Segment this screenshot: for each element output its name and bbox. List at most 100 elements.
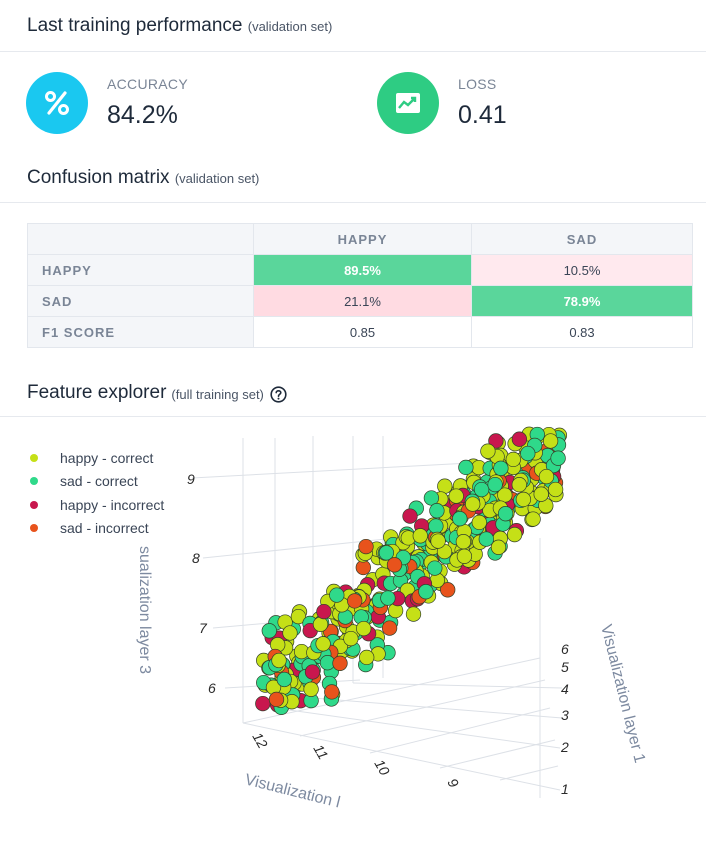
scatter-point <box>428 518 444 534</box>
loss-label: LOSS <box>458 76 497 92</box>
confusion-subtitle: (validation set) <box>174 171 260 186</box>
tick-layer1: 1 <box>561 781 569 797</box>
legend-item[interactable]: happy - correct <box>30 446 164 470</box>
scatter-point <box>380 590 396 606</box>
tick-layer3: 6 <box>208 680 216 696</box>
legend-label: sad - correct <box>60 473 138 490</box>
scatter-point <box>542 433 559 449</box>
tick-layer2: 11 <box>310 742 331 763</box>
scatter-point <box>473 481 490 498</box>
scatter-point <box>359 649 375 666</box>
scatter-point <box>412 528 428 544</box>
table-row: HAPPY 89.5% 10.5% <box>27 254 693 286</box>
cell-happy-sad: 10.5% <box>471 254 693 286</box>
scatter-point <box>429 503 445 519</box>
scatter-point <box>511 477 527 493</box>
explorer-title: Feature explorer <box>27 382 167 403</box>
scatter-point <box>430 533 446 549</box>
plot-legend: happy - correct sad - correct happy - in… <box>30 446 164 540</box>
legend-item[interactable]: happy - incorrect <box>30 493 164 517</box>
scatter-point <box>448 488 464 504</box>
tick-layer1: 2 <box>560 739 569 755</box>
tick-layer3: 9 <box>187 471 195 487</box>
cell-sad-happy: 21.1% <box>253 285 472 317</box>
scatter-point <box>271 652 287 669</box>
divider <box>0 416 706 417</box>
scatter-point <box>550 450 566 466</box>
column-header-happy: HAPPY <box>253 223 472 255</box>
scatter-point <box>505 451 521 468</box>
scatter-point <box>386 557 403 573</box>
scatter-point <box>315 636 331 652</box>
scatter-point <box>427 560 443 576</box>
table-row: F1 SCORE 0.85 0.83 <box>27 316 693 348</box>
help-circle-icon[interactable] <box>270 385 287 403</box>
cell-sad-sad: 78.9% <box>471 285 693 317</box>
scatter-point <box>480 443 496 459</box>
scatter-point <box>324 684 340 700</box>
tick-layer1: 3 <box>561 707 569 723</box>
confusion-matrix-table: HAPPY SAD HAPPY 89.5% 10.5% SAD 21.1% 78… <box>27 223 693 348</box>
confusion-heading: Confusion matrix (validation set) <box>27 167 259 189</box>
row-header-f1: F1 SCORE <box>27 316 254 348</box>
tick-layer3: 8 <box>192 550 200 566</box>
scatter-point <box>456 548 473 564</box>
cell-f1-happy: 0.85 <box>253 316 472 348</box>
tick-layer1: 4 <box>561 681 569 697</box>
axis-title-layer3: sualization layer 3 <box>136 546 153 674</box>
tick-layer2: 9 <box>444 776 462 791</box>
trend-chart-icon <box>377 72 439 134</box>
accuracy-value: 84.2% <box>107 101 178 129</box>
legend-marker <box>30 524 38 533</box>
tick-layer1: 6 <box>561 641 569 657</box>
scatter-point <box>487 476 503 493</box>
table-corner <box>27 223 254 255</box>
divider <box>0 202 706 203</box>
scatter-point <box>343 630 359 647</box>
tick-layer2: 10 <box>371 757 393 779</box>
performance-title: Last training performance <box>27 15 243 36</box>
scatter-point <box>458 459 474 476</box>
percent-icon <box>26 72 88 134</box>
performance-heading: Last training performance (validation se… <box>27 15 332 37</box>
legend-label: sad - incorrect <box>60 520 149 537</box>
legend-item[interactable]: sad - incorrect <box>30 517 164 541</box>
scatter-point <box>538 468 555 485</box>
scatter-point <box>304 664 321 680</box>
cell-happy-happy: 89.5% <box>253 254 472 286</box>
scatter-point <box>303 681 319 697</box>
scatter-point <box>312 616 329 632</box>
column-header-sad: SAD <box>471 223 693 255</box>
axis-title-layer1: Visualization layer 1 <box>597 623 648 765</box>
accuracy-label: ACCURACY <box>107 76 188 92</box>
scatter-point <box>455 534 472 550</box>
scatter-point <box>255 695 271 712</box>
cell-f1-sad: 0.83 <box>471 316 693 348</box>
tick-layer2: 12 <box>249 730 271 752</box>
scatter-point <box>268 691 285 708</box>
scatter-point <box>533 486 549 502</box>
table-header-row: HAPPY SAD <box>27 223 693 255</box>
scatter-point <box>506 526 523 543</box>
scatter-point <box>332 655 348 671</box>
legend-item[interactable]: sad - correct <box>30 470 164 494</box>
performance-subtitle: (validation set) <box>247 19 333 34</box>
legend-marker <box>30 453 38 462</box>
scatter-point <box>418 584 434 600</box>
scatter-point <box>405 606 422 622</box>
scatter-point <box>471 514 487 531</box>
scatter-point <box>347 593 363 609</box>
scatter-point <box>261 623 277 639</box>
legend-marker <box>30 477 38 486</box>
scatter-point <box>520 445 536 462</box>
scatter-point <box>525 511 541 527</box>
divider <box>0 51 706 52</box>
row-header-sad: SAD <box>27 285 254 317</box>
scatter-point <box>316 603 332 620</box>
scatter-point <box>402 508 418 524</box>
axis-title-layer2: Visualization l <box>243 771 342 811</box>
scatter-point <box>515 491 532 508</box>
legend-marker <box>30 500 38 509</box>
confusion-title: Confusion matrix <box>27 167 170 188</box>
scatter-point <box>511 431 528 447</box>
